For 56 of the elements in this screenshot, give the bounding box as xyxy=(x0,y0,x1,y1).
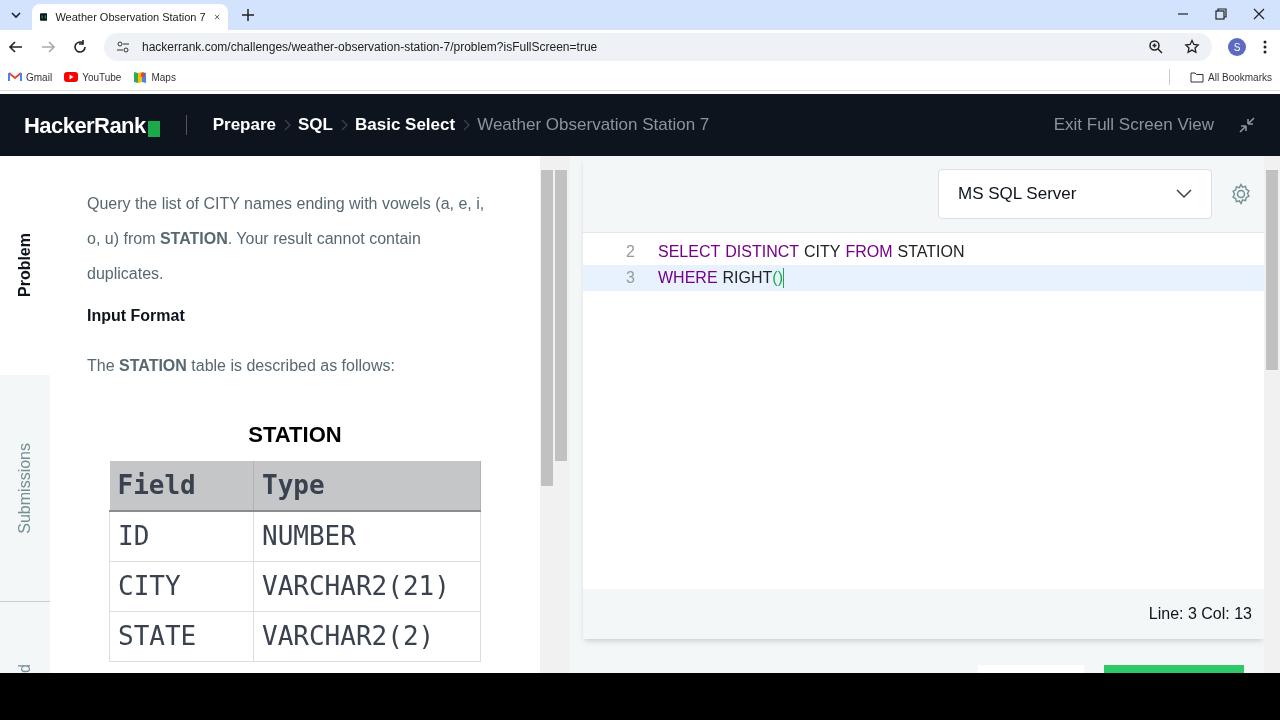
chevron-icon xyxy=(461,118,472,132)
back-icon[interactable] xyxy=(8,39,24,55)
section-heading: Input Format xyxy=(87,306,186,326)
scrollbar-thumb[interactable] xyxy=(541,170,553,486)
close-icon[interactable] xyxy=(1252,7,1266,21)
site-icon xyxy=(40,10,48,24)
more-icon[interactable] xyxy=(1262,39,1268,55)
browser-tab[interactable]: Weather Observation Station 7 xyxy=(32,4,228,30)
input-description: The STATION table is described as follows: xyxy=(87,356,396,376)
address-bar[interactable]: hackerrank.com/challenges/weather-observation-station-7/problem?isFullScreen=true xyxy=(104,33,1212,61)
tab-title: Weather Observation Station 7 xyxy=(55,9,206,25)
code-line: WHERE RIGHT() xyxy=(658,268,783,288)
line-number: 3 xyxy=(625,268,635,288)
profile-avatar[interactable]: S xyxy=(1228,38,1246,56)
cursor-position: Line: 3 Col: 13 xyxy=(1148,604,1252,624)
bookmark[interactable]: YouTube xyxy=(64,69,122,85)
code-line: SELECT DISTINCT CITY FROM STATION xyxy=(658,242,965,262)
column-header: Field xyxy=(109,461,254,511)
settings-icon[interactable] xyxy=(1230,183,1252,205)
restore-icon[interactable] xyxy=(1214,7,1228,21)
folder-icon xyxy=(1190,71,1205,83)
problem-statement: Query the list of CITY names ending with vowels (a, e, i, o, u) from STATION. Your result cannot contain duplicates. xyxy=(87,194,486,284)
site-settings-icon xyxy=(116,40,130,54)
bookmark[interactable]: Maps xyxy=(133,69,176,85)
breadcrumb-link[interactable]: Basic Select xyxy=(355,112,456,138)
table-cell: CITY xyxy=(109,561,254,611)
collapse-icon[interactable] xyxy=(1238,116,1256,134)
all-bookmarks[interactable]: All Bookmarks xyxy=(1190,69,1272,85)
breadcrumb-link[interactable]: SQL xyxy=(298,112,333,138)
breadcrumb-link[interactable]: Prepare xyxy=(212,112,277,138)
table-cell: VARCHAR2(2) xyxy=(253,611,481,661)
star-icon[interactable] xyxy=(1184,39,1200,55)
table-cell: VARCHAR2(21) xyxy=(253,561,481,611)
bookmark[interactable]: Gmail xyxy=(8,69,53,85)
scrollbar-thumb[interactable] xyxy=(555,170,567,461)
line-number: 2 xyxy=(625,242,635,262)
video-icon xyxy=(64,70,79,84)
table-cell: ID xyxy=(109,511,254,561)
scrollbar-thumb[interactable] xyxy=(1266,170,1278,370)
exit-fullscreen-link[interactable]: Exit Full Screen View xyxy=(1053,112,1214,138)
zoom-icon[interactable] xyxy=(1148,39,1164,55)
reload-icon[interactable] xyxy=(72,39,88,55)
logo[interactable]: HackerRank xyxy=(24,108,160,142)
language-dropdown[interactable]: MS SQL Server xyxy=(938,169,1212,219)
chevron-icon xyxy=(339,118,349,132)
text-cursor xyxy=(783,268,784,288)
mail-icon xyxy=(8,70,22,84)
caret-icon xyxy=(1176,189,1192,199)
column-header: Type xyxy=(253,461,481,511)
side-tab[interactable]: Problem xyxy=(13,233,37,298)
breadcrumb-link[interactable]: Weather Observation Station 7 xyxy=(477,112,710,138)
map-icon xyxy=(133,70,148,84)
table-title: STATION xyxy=(247,421,343,449)
chevron-icon xyxy=(282,118,293,132)
table-cell: NUMBER xyxy=(253,511,481,561)
table-cell: STATE xyxy=(109,611,254,661)
